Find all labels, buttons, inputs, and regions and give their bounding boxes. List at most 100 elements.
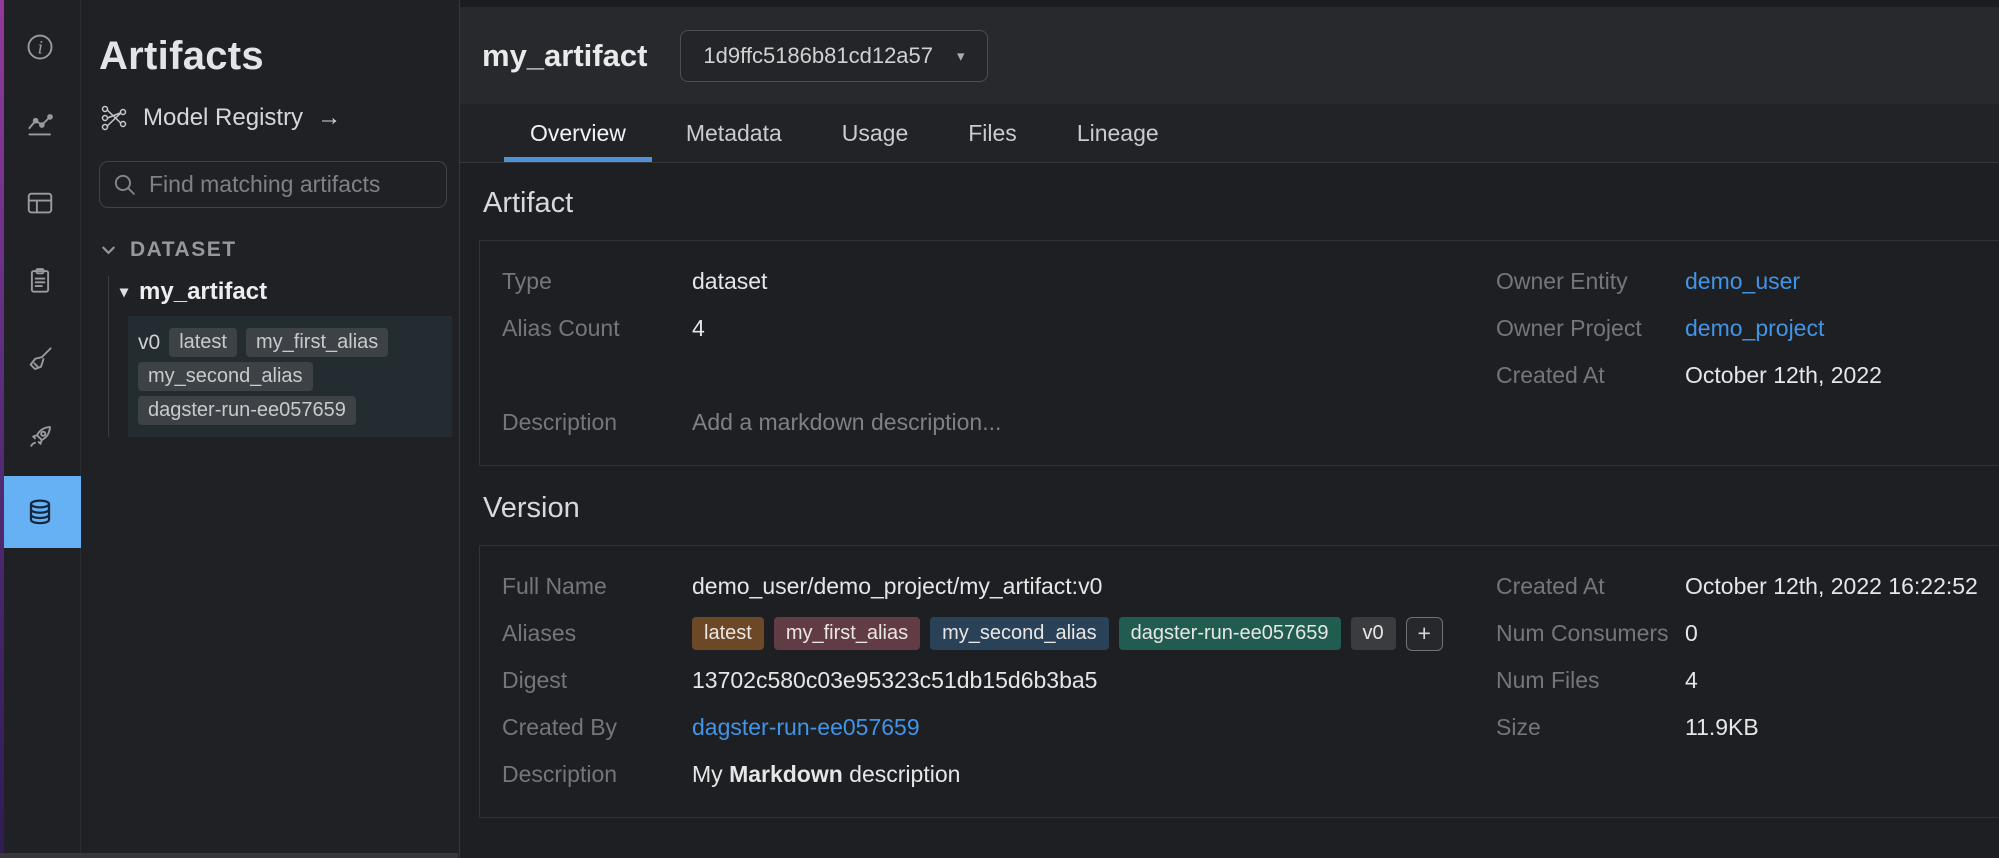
field-owner-project: Owner Project demo_project (1480, 305, 1999, 352)
tree-version-row: my_second_alias (138, 362, 442, 391)
rail-item-charts[interactable] (0, 86, 81, 164)
overview-content: Artifact Type dataset Alias Count 4 Desc… (460, 163, 1999, 858)
field-value: October 12th, 2022 16:22:52 (1685, 573, 1978, 600)
model-registry-icon (99, 103, 129, 133)
artifact-search[interactable] (99, 161, 447, 208)
rail-item-workspace[interactable] (0, 164, 81, 242)
field-num-consumers: Num Consumers 0 (1480, 610, 1999, 657)
alias-tag-v0: v0 (1351, 617, 1396, 650)
tab-files[interactable]: Files (942, 104, 1043, 162)
artifact-header: my_artifact 1d9ffc5186b81cd12a57 ▾ (460, 7, 1999, 104)
alias-pill: latest (169, 328, 237, 357)
rail-item-reports[interactable] (0, 242, 81, 320)
artifact-tree: DATASET ▾ my_artifact v0 latest my_first… (99, 238, 459, 437)
field-owner-entity: Owner Entity demo_user (1480, 258, 1999, 305)
svg-text:i: i (38, 37, 43, 57)
line-chart-icon (25, 110, 55, 140)
tab-bar: Overview Metadata Usage Files Lineage (460, 104, 1999, 163)
rail-item-artifacts[interactable] (0, 476, 81, 548)
alias-tag-my-second-alias: my_second_alias (930, 617, 1109, 650)
triangle-down-icon: ▾ (120, 282, 128, 302)
field-label: Description (502, 761, 692, 788)
field-label: Alias Count (502, 315, 692, 342)
spacer-row (502, 352, 1480, 399)
sweeps-broom-icon (25, 344, 55, 374)
artifact-section-heading: Artifact (483, 187, 1999, 220)
description-bold-text: Markdown (729, 761, 843, 787)
field-aliases: Aliases latest my_first_alias my_second_… (502, 610, 1480, 657)
field-label: Num Files (1496, 667, 1685, 694)
tree-section-dataset[interactable]: DATASET (99, 238, 237, 262)
field-label: Size (1496, 714, 1685, 741)
model-registry-link[interactable]: Model Registry → (99, 103, 341, 133)
rail-item-sweeps[interactable] (0, 320, 81, 398)
tab-metadata[interactable]: Metadata (660, 104, 808, 162)
field-created-at: Created At October 12th, 2022 (1480, 352, 1999, 399)
tab-usage[interactable]: Usage (816, 104, 934, 162)
tab-lineage[interactable]: Lineage (1051, 104, 1185, 162)
alias-tag-latest: latest (692, 617, 764, 650)
field-value: 11.9KB (1685, 714, 1759, 741)
version-panel-left: Full Name demo_user/demo_project/my_arti… (502, 563, 1480, 798)
top-strip (460, 0, 1999, 7)
caret-down-icon: ▾ (957, 47, 965, 65)
tree-item-my-artifact[interactable]: ▾ my_artifact (118, 276, 267, 316)
rail-item-info[interactable]: i (0, 8, 81, 86)
clipboard-icon (25, 266, 55, 296)
version-panel-right: Created At October 12th, 2022 16:22:52 N… (1480, 563, 1999, 798)
field-label: Digest (502, 667, 692, 694)
field-alias-count: Alias Count 4 (502, 305, 1480, 352)
field-label: Owner Project (1496, 315, 1685, 342)
version-id: 1d9ffc5186b81cd12a57 (703, 43, 933, 69)
alias-tag-dagster-run: dagster-run-ee057659 (1119, 617, 1341, 650)
field-description: Description Add a markdown description..… (502, 399, 1480, 446)
model-registry-label: Model Registry (143, 104, 303, 132)
description-placeholder[interactable]: Add a markdown description... (692, 409, 1001, 436)
tree-version-v0[interactable]: v0 latest my_first_alias my_second_alias… (128, 316, 452, 437)
field-label: Aliases (502, 620, 692, 647)
rail-item-launch[interactable] (0, 398, 81, 476)
alias-tag-my-first-alias: my_first_alias (774, 617, 920, 650)
field-num-files: Num Files 4 (1480, 657, 1999, 704)
tree-version-row: v0 latest my_first_alias (138, 328, 442, 357)
field-label: Full Name (502, 573, 692, 600)
horizontal-scrollbar[interactable] (0, 853, 458, 858)
field-value: 4 (692, 315, 705, 342)
main-panel: my_artifact 1d9ffc5186b81cd12a57 ▾ Overv… (460, 0, 1999, 858)
field-digest: Digest 13702c580c03e95323c51db15d6b3ba5 (502, 657, 1480, 704)
artifact-panel: Type dataset Alias Count 4 Description A… (479, 240, 1999, 466)
search-input[interactable] (147, 170, 434, 199)
launch-rocket-icon (25, 422, 55, 452)
field-value: 4 (1685, 667, 1698, 694)
version-section-heading: Version (483, 492, 1999, 525)
chevron-down-icon (99, 241, 118, 260)
tree-artifact-label: my_artifact (139, 278, 267, 306)
field-value: dataset (692, 268, 767, 295)
tab-overview[interactable]: Overview (504, 104, 652, 162)
field-label: Owner Entity (1496, 268, 1685, 295)
field-label: Description (502, 409, 692, 436)
field-created-by: Created By dagster-run-ee057659 (502, 704, 1480, 751)
field-type: Type dataset (502, 258, 1480, 305)
nav-rail: i (0, 0, 81, 858)
field-full-name: Full Name demo_user/demo_project/my_arti… (502, 563, 1480, 610)
search-icon (112, 172, 137, 197)
tree-children: ▾ my_artifact v0 latest my_first_alias m… (108, 276, 459, 437)
add-alias-button[interactable]: + (1406, 617, 1443, 651)
page-title: my_artifact (482, 38, 647, 74)
version-selector-dropdown[interactable]: 1d9ffc5186b81cd12a57 ▾ (680, 30, 987, 82)
field-label: Num Consumers (1496, 620, 1685, 647)
created-by-run-link[interactable]: dagster-run-ee057659 (692, 714, 920, 741)
owner-entity-link[interactable]: demo_user (1685, 268, 1800, 295)
field-label: Type (502, 268, 692, 295)
artifacts-database-icon (25, 497, 55, 527)
owner-project-link[interactable]: demo_project (1685, 315, 1824, 342)
field-label: Created At (1496, 362, 1685, 389)
field-version-description: Description My Markdown description (502, 751, 1480, 798)
artifact-panel-left: Type dataset Alias Count 4 Description A… (502, 258, 1480, 446)
field-label: Created At (1496, 573, 1685, 600)
field-value: October 12th, 2022 (1685, 362, 1882, 389)
alias-pill: my_second_alias (138, 362, 313, 391)
alias-pill: my_first_alias (246, 328, 388, 357)
arrow-right-icon: → (317, 104, 341, 132)
